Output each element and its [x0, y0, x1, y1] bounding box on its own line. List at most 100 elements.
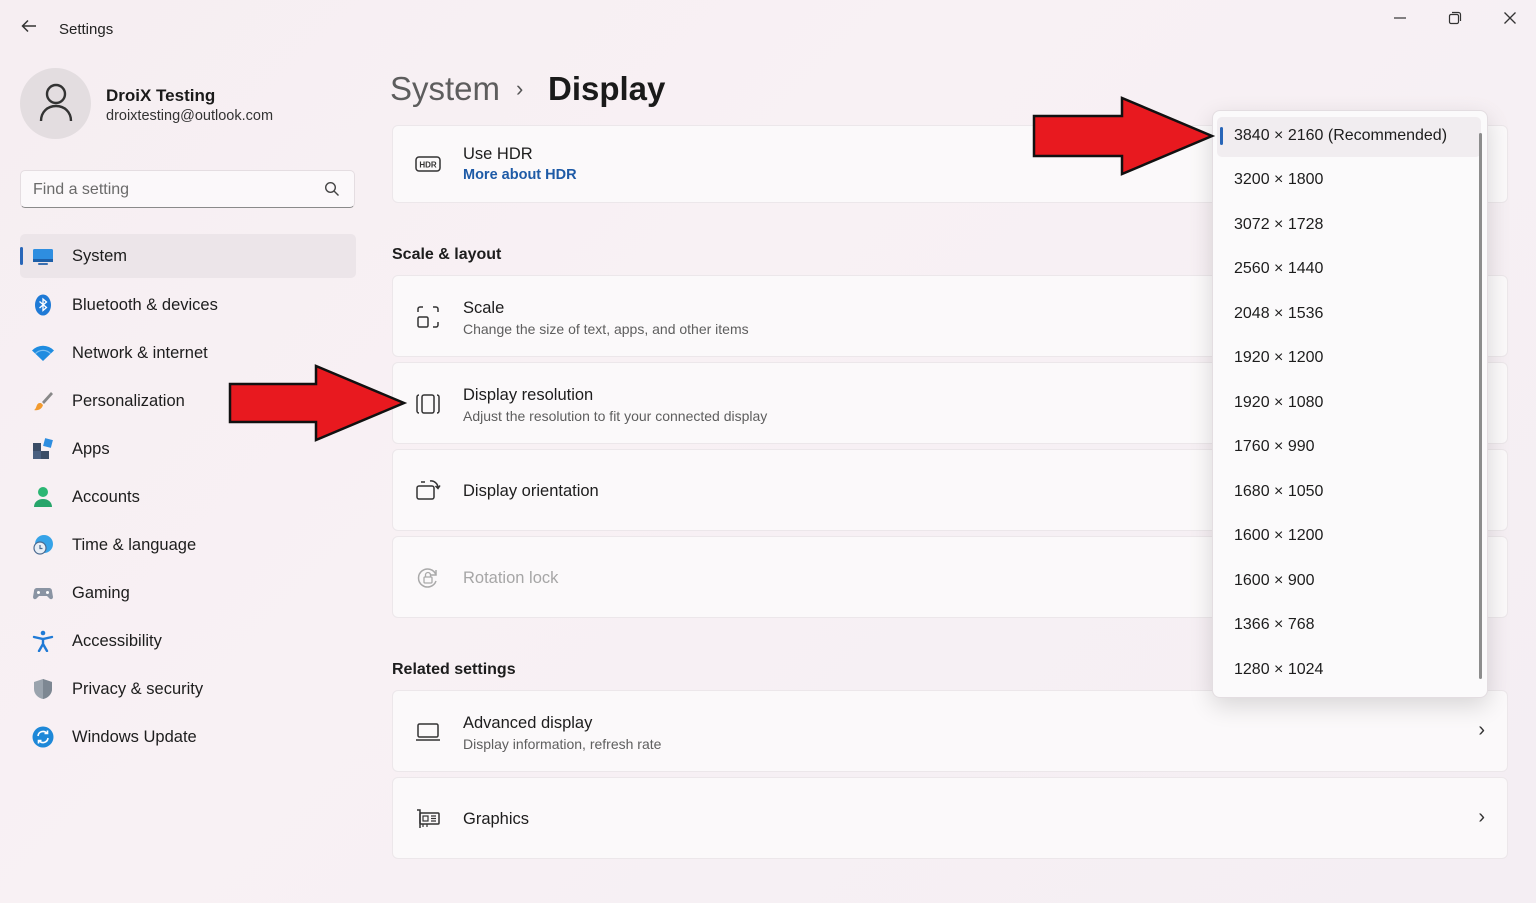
breadcrumb-separator: › [516, 76, 524, 101]
rotation-lock-title: Rotation lock [463, 569, 559, 587]
sidebar-item-label: Accounts [72, 488, 140, 506]
chevron-right-icon: › [1478, 806, 1485, 828]
resolution-option[interactable]: 1366 × 768 [1217, 606, 1481, 646]
sidebar-item-windows-update[interactable]: Windows Update [20, 714, 356, 762]
minimize-button[interactable] [1380, 8, 1420, 32]
sidebar-item-gaming[interactable]: Gaming [20, 570, 356, 618]
app-title: Settings [59, 21, 114, 38]
sidebar-item-label: Network & internet [72, 344, 208, 362]
resolution-option[interactable]: 2048 × 1536 [1217, 295, 1481, 335]
sidebar-item-accessibility[interactable]: Accessibility [20, 618, 356, 666]
monitor-icon [416, 723, 440, 741]
search-input[interactable] [33, 179, 313, 201]
graphics-card-icon [417, 809, 440, 828]
search-box[interactable] [20, 170, 355, 208]
resolution-option-label: 3200 × 1800 [1234, 171, 1324, 188]
resolution-option[interactable]: 1280 × 1024 [1217, 651, 1481, 691]
sidebar-item-time-language[interactable]: Time & language [20, 522, 356, 570]
active-indicator [20, 247, 23, 265]
resolution-option[interactable]: 1920 × 1200 [1217, 339, 1481, 379]
selected-indicator [1220, 127, 1223, 145]
system-monitor-icon [33, 249, 53, 265]
sidebar-item-label: Bluetooth & devices [72, 296, 218, 314]
close-button[interactable] [1490, 8, 1530, 32]
resolution-option[interactable]: 1920 × 1080 [1217, 384, 1481, 424]
title-bar: Settings [0, 0, 1536, 58]
annotation-arrow-icon [1032, 96, 1216, 176]
resolution-option-label: 1600 × 1200 [1234, 527, 1324, 544]
sidebar-item-system[interactable]: System [20, 234, 356, 278]
sidebar-item-label: Accessibility [72, 632, 162, 650]
resolution-dropdown[interactable]: 3840 × 2160 (Recommended) 3200 × 1800 30… [1212, 110, 1488, 698]
resolution-option[interactable]: 2560 × 1440 [1217, 250, 1481, 290]
display-resolution-subtitle: Adjust the resolution to fit your connec… [463, 408, 768, 424]
paintbrush-icon [34, 392, 53, 411]
user-email: droixtesting@outlook.com [106, 108, 274, 124]
more-about-hdr-link[interactable]: More about HDR [463, 167, 577, 183]
annotation-arrow-icon [228, 364, 408, 442]
sidebar-item-label: System [72, 247, 128, 265]
resolution-option[interactable]: 3840 × 2160 (Recommended) [1217, 117, 1481, 157]
sidebar-item-label: Gaming [72, 584, 130, 602]
back-button[interactable] [16, 17, 42, 41]
resolution-option-label: 1366 × 768 [1234, 616, 1315, 633]
dropdown-scrollbar[interactable] [1479, 133, 1482, 679]
minimize-icon [1394, 17, 1406, 19]
page-title: Display [548, 70, 666, 107]
resolution-icon [416, 394, 440, 414]
resolution-option-label: 1920 × 1080 [1234, 394, 1324, 411]
svg-text:HDR: HDR [419, 161, 437, 170]
resolution-option-label: 1680 × 1050 [1234, 483, 1324, 500]
resolution-option[interactable]: 3200 × 1800 [1217, 161, 1481, 201]
sidebar-item-bluetooth[interactable]: Bluetooth & devices [20, 282, 356, 330]
scale-icon [417, 306, 439, 328]
resolution-option[interactable]: 3072 × 1728 [1217, 206, 1481, 246]
breadcrumb-parent[interactable]: System [390, 70, 500, 108]
resolution-option-label: 1760 × 990 [1234, 438, 1315, 455]
sidebar-item-privacy-security[interactable]: Privacy & security [20, 666, 356, 714]
resolution-option-label: 1280 × 1024 [1234, 661, 1324, 678]
sidebar-item-accounts[interactable]: Accounts [20, 474, 356, 522]
search-icon[interactable] [324, 181, 340, 197]
resolution-option[interactable]: 1680 × 1050 [1217, 473, 1481, 513]
clock-globe-icon [33, 535, 53, 555]
advanced-display-subtitle: Display information, refresh rate [463, 736, 662, 752]
scale-title: Scale [463, 299, 505, 317]
back-arrow-icon [21, 19, 36, 33]
bluetooth-icon [35, 294, 51, 316]
related-settings-heading: Related settings [392, 661, 516, 678]
user-icon [39, 83, 73, 122]
apps-icon [33, 438, 53, 459]
update-icon [32, 726, 54, 748]
hdr-title: Use HDR [463, 145, 533, 163]
user-name: DroiX Testing [106, 86, 216, 105]
resolution-option-label: 1600 × 900 [1234, 572, 1315, 589]
wifi-icon [32, 345, 54, 361]
resolution-option-label: 1920 × 1200 [1234, 349, 1324, 366]
advanced-display-card[interactable]: Advanced display Display information, re… [392, 690, 1508, 772]
resolution-option[interactable]: 1760 × 990 [1217, 428, 1481, 468]
sidebar-item-label: Privacy & security [72, 680, 204, 698]
person-icon [34, 487, 52, 507]
sidebar-item-label: Windows Update [72, 728, 197, 746]
avatar[interactable] [20, 68, 91, 139]
resolution-option-label: 3840 × 2160 (Recommended) [1234, 127, 1448, 144]
scale-subtitle: Change the size of text, apps, and other… [463, 321, 749, 337]
maximize-button[interactable] [1435, 8, 1475, 32]
resolution-option[interactable]: 1600 × 1200 [1217, 517, 1481, 557]
advanced-display-title: Advanced display [463, 714, 593, 732]
resolution-option-label: 3072 × 1728 [1234, 216, 1324, 233]
accessibility-icon [32, 630, 54, 652]
rotation-lock-icon [417, 568, 437, 588]
display-orientation-title: Display orientation [463, 482, 599, 500]
resolution-option[interactable]: 1600 × 900 [1217, 562, 1481, 602]
sidebar-item-label: Time & language [72, 536, 197, 554]
close-icon [1504, 12, 1516, 24]
scale-layout-heading: Scale & layout [392, 246, 502, 263]
chevron-right-icon: › [1478, 719, 1485, 741]
sidebar-nav: System Bluetooth & devices Network & int… [20, 234, 356, 762]
graphics-title: Graphics [463, 810, 530, 828]
graphics-card[interactable]: Graphics › [392, 777, 1508, 859]
gamepad-icon [33, 588, 53, 600]
resolution-option-label: 2048 × 1536 [1234, 305, 1324, 322]
